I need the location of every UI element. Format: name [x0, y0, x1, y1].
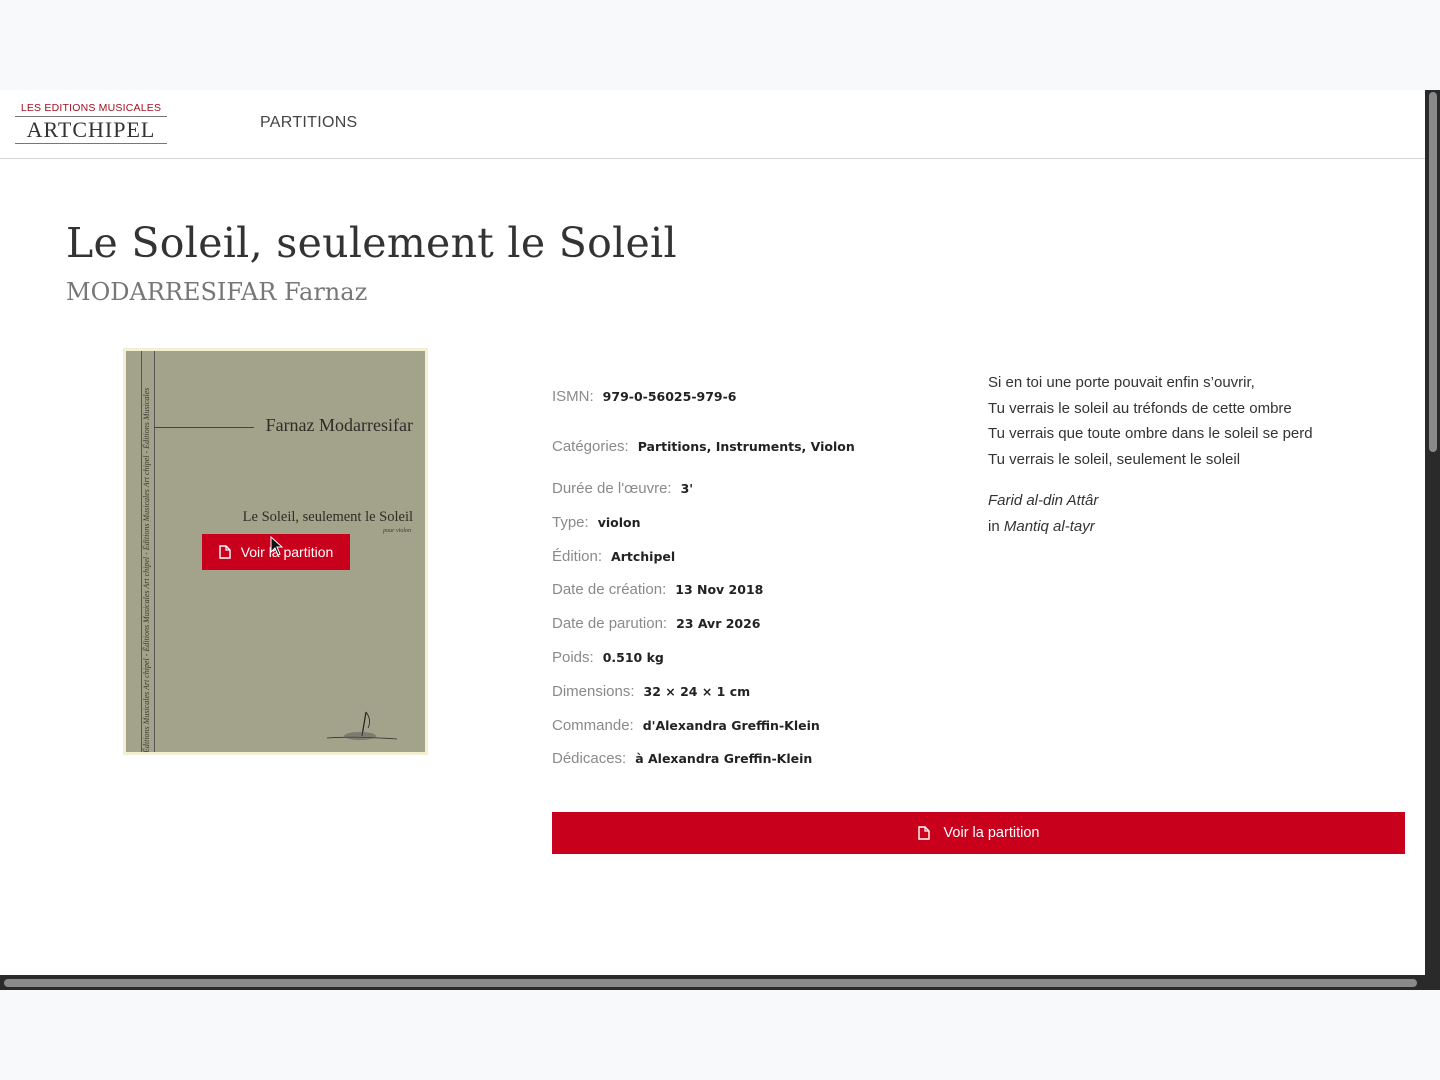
logo-wordmark: ARTCHIPEL — [26, 117, 156, 142]
poem-line: Tu verrais le soleil, seulement le solei… — [988, 450, 1241, 468]
detail-type: Type: violon — [552, 514, 640, 532]
detail-value: 0.510 kg — [602, 650, 664, 665]
detail-label: Type: — [552, 514, 589, 531]
detail-value: 3' — [680, 481, 694, 496]
poem-line: Tu verrais que toute ombre dans le solei… — [988, 425, 1313, 442]
nav-partitions[interactable]: PARTITIONS — [260, 114, 358, 132]
detail-value: violon — [597, 515, 641, 530]
detail-edition: Édition: Artchipel — [552, 548, 675, 566]
detail-dimensions: Dimensions: 32 × 24 × 1 cm — [552, 683, 750, 701]
detail-commission: Commande: d'Alexandra Greffin-Klein — [552, 717, 820, 735]
detail-label: Dédicaces: — [552, 750, 627, 767]
detail-value: Artchipel — [611, 549, 676, 564]
view-score-button[interactable]: Voir la partition — [552, 812, 1405, 854]
cover-subtitle: pour violon — [383, 528, 411, 534]
detail-release-date: Date de parution: 23 Avr 2026 — [552, 615, 761, 633]
mouse-cursor-icon — [270, 536, 284, 556]
composer-name[interactable]: MODARRESIFAR Farnaz — [66, 276, 367, 308]
site-header: LES EDITIONS MUSICALES ARTCHIPEL PARTITI… — [0, 90, 1425, 159]
file-icon — [218, 545, 231, 559]
detail-label: Dimensions: — [552, 683, 635, 700]
cover-author: Farnaz Modarresifar — [265, 415, 413, 435]
detail-label: Poids: — [552, 649, 594, 666]
cover-view-score-label: Voir la partition — [240, 544, 334, 560]
logo-tagline: LES EDITIONS MUSICALES — [20, 102, 162, 114]
poem-author: Farid al-din Attâr — [988, 492, 1099, 509]
poem-line: Si en toi une porte pouvait enfin s’ouvr… — [988, 374, 1255, 391]
detail-label: Catégories: — [552, 438, 629, 455]
cover-spine-text: Éditions Musicales Art chipel - Éditions… — [142, 387, 151, 753]
detail-label: ISMN: — [552, 388, 594, 405]
poem-source-line: in Mantiq al-tayr — [988, 514, 1313, 540]
horizontal-scrollbar[interactable] — [0, 975, 1440, 990]
page-viewport: LES EDITIONS MUSICALES ARTCHIPEL PARTITI… — [0, 90, 1425, 975]
poem-source-prefix: in — [988, 518, 1000, 535]
artchipel-logo[interactable]: LES EDITIONS MUSICALES ARTCHIPEL — [15, 101, 167, 146]
detail-isbn: ISMN: 979-0-56025-979-6 — [552, 388, 737, 406]
detail-label: Date de création: — [552, 581, 667, 598]
detail-value: 32 × 24 × 1 cm — [643, 684, 751, 699]
logo-rule-bottom — [15, 143, 167, 144]
detail-label: Commande: — [552, 717, 634, 734]
cover-title: Le Soleil, seulement le Soleil — [242, 509, 413, 525]
poem-source: Mantiq al-tayr — [1003, 518, 1095, 535]
detail-duration: Durée de l'œuvre: 3' — [552, 480, 693, 498]
detail-value: 13 Nov 2018 — [675, 582, 764, 597]
cover-rule — [154, 427, 254, 428]
horizontal-scrollbar-thumb[interactable] — [4, 979, 1417, 987]
detail-categories: Catégories: Partitions, Instruments, Viol… — [552, 438, 855, 456]
detail-label: Durée de l'œuvre: — [552, 480, 672, 497]
detail-creation-date: Date de création: 13 Nov 2018 — [552, 581, 763, 599]
page-title: Le Soleil, seulement le Soleil — [66, 219, 677, 267]
poem-credit: Farid al-din Attâr in Mantiq al-tayr — [988, 488, 1313, 540]
detail-value[interactable]: Partitions, Instruments, Violon — [638, 439, 855, 454]
detail-dedication: Dédicaces: à Alexandra Greffin-Klein — [552, 750, 812, 768]
cover-publisher-mark — [322, 706, 402, 746]
detail-value: d'Alexandra Greffin-Klein — [642, 718, 820, 733]
detail-weight: Poids: 0.510 kg — [552, 649, 664, 667]
detail-value: 23 Avr 2026 — [676, 616, 761, 631]
view-score-label: Voir la partition — [943, 825, 1040, 841]
vertical-scrollbar-thumb[interactable] — [1429, 92, 1437, 452]
detail-label: Édition: — [552, 548, 603, 565]
detail-label: Date de parution: — [552, 615, 668, 632]
publisher-mark-icon — [326, 711, 398, 740]
poem-quote: Si en toi une porte pouvait enfin s’ouvr… — [988, 370, 1313, 540]
vertical-scrollbar[interactable] — [1425, 90, 1440, 975]
detail-value: à Alexandra Greffin-Klein — [635, 751, 813, 766]
file-icon — [917, 826, 930, 840]
detail-value: 979-0-56025-979-6 — [602, 389, 737, 404]
poem-line: Tu verrais le soleil au tréfonds de cett… — [988, 399, 1292, 417]
